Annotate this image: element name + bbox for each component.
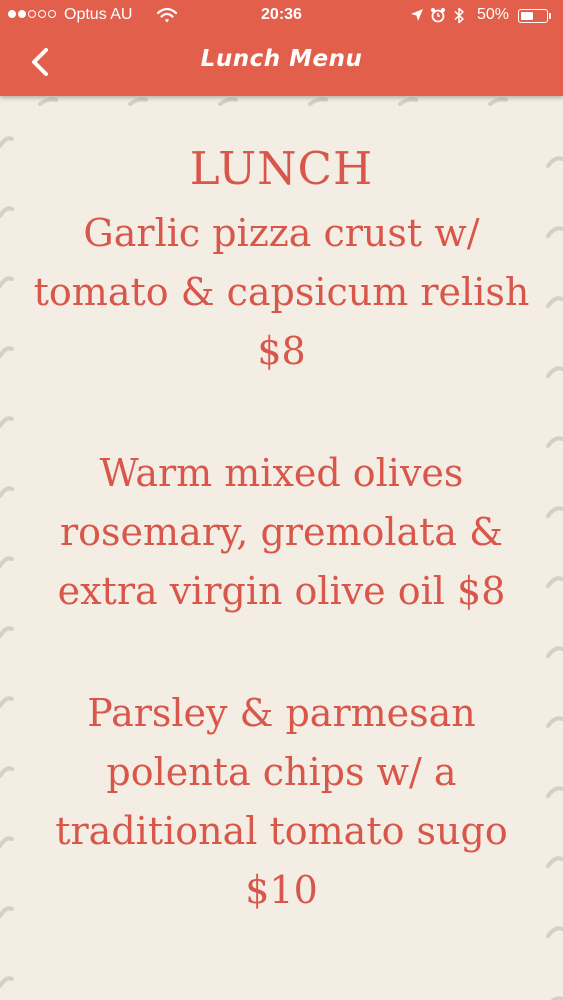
pattern-stroke	[0, 416, 14, 428]
pattern-stroke	[0, 906, 14, 918]
battery-tip	[549, 13, 551, 19]
pattern-stroke	[0, 696, 14, 708]
pattern-stroke	[0, 626, 14, 638]
pattern-stroke	[398, 97, 418, 106]
pattern-stroke	[38, 97, 58, 106]
pattern-stroke	[546, 156, 563, 168]
carrier-name: Optus AU	[64, 6, 133, 23]
signal-dot	[48, 10, 56, 18]
pattern-stroke	[546, 926, 563, 938]
pattern-stroke	[0, 976, 14, 988]
pattern-stroke	[308, 97, 328, 106]
pattern-stroke	[546, 786, 563, 798]
pattern-stroke	[546, 226, 563, 238]
pattern-stroke	[0, 766, 14, 778]
pattern-stroke	[128, 97, 148, 106]
menu-item: Warm mixed olives rosemary, gremolata & …	[57, 451, 506, 613]
pattern-stroke	[0, 276, 14, 288]
pattern-stroke	[546, 296, 563, 308]
pattern-stroke	[546, 576, 563, 588]
battery-percentage: 50%	[477, 6, 510, 23]
menu-content: LUNCH Garlic pizza crust w/ tomato & cap…	[20, 140, 543, 983]
signal-dot	[8, 10, 16, 18]
menu-heading: LUNCH	[189, 142, 374, 195]
bluetooth-icon	[454, 7, 464, 24]
chevron-left-icon	[32, 48, 48, 76]
menu-scroll-area[interactable]: LUNCH Garlic pizza crust w/ tomato & cap…	[0, 96, 563, 1000]
cellular-signal-icon	[8, 10, 56, 18]
signal-dot	[18, 10, 26, 18]
navigation-header: Optus AU 20:36 50% Lunch Menu	[0, 0, 563, 96]
pattern-stroke	[0, 136, 14, 148]
menu-item: Garlic pizza crust w/ tomato & capsicum …	[33, 211, 530, 373]
page-title: Lunch Menu	[200, 46, 363, 72]
pattern-stroke	[0, 486, 14, 498]
pattern-stroke	[0, 206, 14, 218]
battery-level-fill	[521, 12, 533, 20]
signal-dot	[28, 10, 36, 18]
pattern-stroke	[0, 556, 14, 568]
location-arrow-icon	[411, 9, 423, 21]
menu-item-list: Garlic pizza crust w/ tomato & capsicum …	[20, 204, 543, 920]
pattern-stroke	[546, 716, 563, 728]
pattern-stroke	[0, 836, 14, 848]
battery-icon	[518, 9, 548, 23]
pattern-stroke	[0, 346, 14, 358]
pattern-stroke	[546, 366, 563, 378]
status-bar: Optus AU 20:36 50%	[0, 0, 563, 32]
pattern-stroke	[218, 97, 238, 106]
pattern-stroke	[546, 506, 563, 518]
pattern-stroke	[546, 436, 563, 448]
back-button[interactable]	[22, 42, 62, 82]
pattern-stroke	[488, 97, 508, 106]
pattern-stroke	[546, 646, 563, 658]
menu-item: Parsley & parmesan polenta chips w/ a tr…	[55, 691, 508, 912]
pattern-stroke	[546, 856, 563, 868]
wifi-icon	[156, 7, 178, 23]
alarm-clock-icon	[431, 8, 445, 23]
signal-dot	[38, 10, 46, 18]
